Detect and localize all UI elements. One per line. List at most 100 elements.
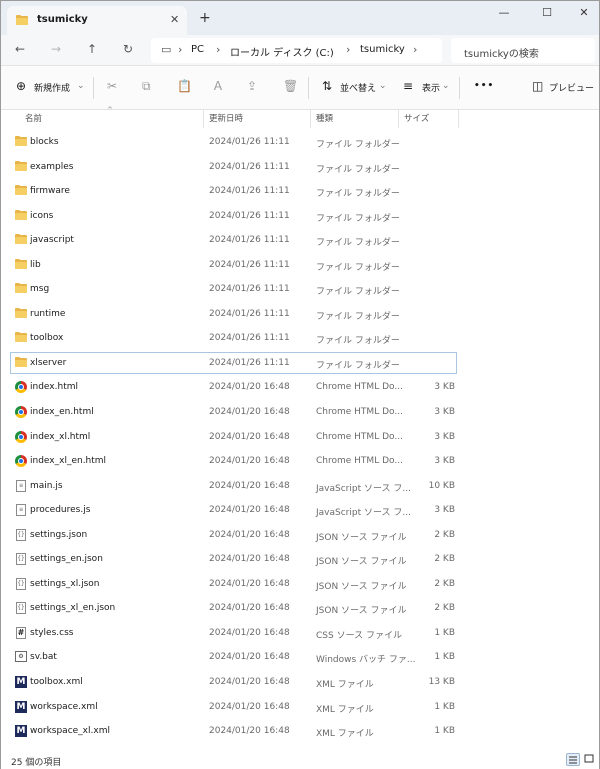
file-size: 3 KB <box>434 456 455 467</box>
batch-file-icon: ⚙ <box>15 651 27 663</box>
tab-close-icon[interactable]: ✕ <box>170 13 179 26</box>
table-row[interactable]: Mworkspace_xl.xml 2024/01/20 16:48 XML ファイ… <box>1 719 599 744</box>
xml-file-icon: M <box>15 700 27 713</box>
table-row[interactable]: icons 2024/01/26 11:11 ファイル フォルダー <box>1 204 599 229</box>
table-row[interactable]: toolbox 2024/01/26 11:11 ファイル フォルダー <box>1 326 599 351</box>
new-tab-button[interactable]: + <box>199 11 211 25</box>
file-modified: 2024/01/26 11:11 <box>209 284 290 295</box>
table-row[interactable]: examples 2024/01/26 11:11 ファイル フォルダー <box>1 155 599 180</box>
file-name: examples <box>30 161 74 172</box>
table-row[interactable]: ≡ procedures.js 2024/01/20 16:48 JavaScript… <box>1 498 599 523</box>
table-row[interactable]: xlserver 2024/01/26 11:11 ファイル フォルダー <box>1 351 599 376</box>
file-type: XML ファイル <box>316 729 374 740</box>
back-arrow-icon[interactable]: ← <box>15 42 25 56</box>
file-modified: 2024/01/26 11:11 <box>209 259 290 270</box>
table-row[interactable]: index_en.html 2024/01/20 16:48 Chrome HTML… <box>1 400 599 425</box>
share-icon[interactable]: ⇪ <box>247 79 257 93</box>
table-row[interactable]: Mtoolbox.xml 2024/01/20 16:48 XML ファイル 13 K… <box>1 670 599 695</box>
file-type: JavaScript ソース フ... <box>316 508 411 519</box>
table-row[interactable]: runtime 2024/01/26 11:11 ファイル フォルダー <box>1 302 599 327</box>
column-name[interactable]: 名前 <box>25 112 42 124</box>
tiles-view-button[interactable] <box>583 753 597 766</box>
preview-button[interactable]: プレビュー <box>549 81 594 94</box>
file-type: JSON ソース ファイル <box>316 532 407 543</box>
file-name: workspace_xl.xml <box>30 726 110 737</box>
breadcrumb-chevron-icon[interactable]: › <box>346 43 350 56</box>
file-name: firmware <box>30 186 70 197</box>
table-row[interactable]: ≡ main.js 2024/01/20 16:48 JavaScript ソース フ… <box>1 474 599 499</box>
file-modified: 2024/01/20 16:48 <box>209 505 290 516</box>
minimize-button[interactable]: — <box>489 4 519 22</box>
chrome-icon <box>15 455 27 468</box>
breadcrumb-chevron-icon[interactable]: › <box>216 43 220 56</box>
file-modified: 2024/01/26 11:11 <box>209 235 290 246</box>
up-arrow-icon[interactable]: ↑ <box>87 42 97 56</box>
table-row[interactable]: index_xl_en.html 2024/01/20 16:48 Chrome H… <box>1 449 599 474</box>
table-row[interactable]: Mworkspace.xml 2024/01/20 16:48 XML ファイル 1 … <box>1 695 599 720</box>
details-view-button[interactable] <box>566 753 580 766</box>
paste-icon[interactable]: 📋 <box>177 79 192 93</box>
file-modified: 2024/01/20 16:48 <box>209 382 290 393</box>
breadcrumb-pc[interactable]: PC <box>191 44 204 55</box>
file-name: xlserver <box>30 357 67 368</box>
breadcrumb-chevron-icon[interactable]: › <box>178 43 182 56</box>
copy-icon[interactable]: ⧉ <box>142 79 151 93</box>
table-row[interactable]: lib 2024/01/26 11:11 ファイル フォルダー <box>1 253 599 278</box>
file-modified: 2024/01/20 16:48 <box>209 726 290 737</box>
delete-icon[interactable]: 🗑 <box>283 79 298 93</box>
folder-icon <box>15 160 27 173</box>
file-list: blocks 2024/01/26 11:11 ファイル フォルダー examples… <box>1 130 599 744</box>
new-dropdown-chevron-icon[interactable]: ⌄ <box>77 81 85 91</box>
column-type[interactable]: 種類 <box>316 112 333 124</box>
item-count: 25 個の項目 <box>11 758 62 768</box>
close-window-button[interactable]: ✕ <box>569 4 599 22</box>
table-row[interactable]: {} settings_en.json 2024/01/20 16:48 JSON ソ… <box>1 547 599 572</box>
tab-tsumicky[interactable]: tsumicky ✕ <box>7 6 187 35</box>
view-dropdown-chevron-icon[interactable]: ⌄ <box>442 81 450 91</box>
table-row[interactable]: index.html 2024/01/20 16:48 Chrome HTML Do… <box>1 375 599 400</box>
file-type: ファイル フォルダー <box>316 287 400 298</box>
file-type: Chrome HTML Do... <box>316 431 403 442</box>
cut-icon[interactable]: ✂ <box>107 79 117 93</box>
file-modified: 2024/01/20 16:48 <box>209 529 290 540</box>
breadcrumb-tsumicky[interactable]: tsumicky <box>360 44 405 55</box>
column-size[interactable]: サイズ <box>404 112 429 124</box>
column-divider[interactable] <box>203 110 204 128</box>
breadcrumb-local-disk[interactable]: ローカル ディスク (C:) <box>230 44 334 59</box>
rename-icon[interactable]: Ａ <box>212 79 224 93</box>
view-button[interactable]: 表示 <box>422 81 440 94</box>
table-row[interactable]: # styles.css 2024/01/20 16:48 CSS ソース ファイル 1… <box>1 621 599 646</box>
file-size: 1 KB <box>434 701 455 712</box>
refresh-icon[interactable]: ↻ <box>123 42 133 56</box>
table-row[interactable]: {} settings.json 2024/01/20 16:48 JSON ソース … <box>1 523 599 548</box>
table-row[interactable]: msg 2024/01/26 11:11 ファイル フォルダー <box>1 277 599 302</box>
json-file-icon: {} <box>15 528 27 541</box>
forward-arrow-icon[interactable]: → <box>51 42 61 56</box>
breadcrumb-chevron-icon[interactable]: › <box>413 43 417 56</box>
new-button[interactable]: 新規作成 <box>34 81 70 94</box>
status-bar: 25 個の項目 <box>1 749 599 769</box>
file-modified: 2024/01/20 16:48 <box>209 554 290 565</box>
column-divider[interactable] <box>398 110 399 128</box>
table-row[interactable]: javascript 2024/01/26 11:11 ファイル フォルダー <box>1 228 599 253</box>
search-input[interactable]: tsumickyの検索 <box>451 38 595 63</box>
table-row[interactable]: ⚙ sv.bat 2024/01/20 16:48 Windows バッチ ファ...… <box>1 645 599 670</box>
table-row[interactable]: blocks 2024/01/26 11:11 ファイル フォルダー <box>1 130 599 155</box>
address-bar[interactable]: ▭ › PC › ローカル ディスク (C:) › tsumicky › <box>151 38 442 63</box>
file-modified: 2024/01/20 16:48 <box>209 701 290 712</box>
file-name: styles.css <box>30 627 74 638</box>
sort-ascending-icon: ^ <box>107 106 113 114</box>
sort-button[interactable]: 並べ替え <box>340 81 376 94</box>
table-row[interactable]: index_xl.html 2024/01/20 16:48 Chrome HTML… <box>1 425 599 450</box>
sort-dropdown-chevron-icon[interactable]: ⌄ <box>379 81 387 91</box>
table-row[interactable]: {} settings_xl.json 2024/01/20 16:48 JSON ソ… <box>1 572 599 597</box>
column-modified[interactable]: 更新日時 <box>209 112 243 124</box>
table-row[interactable]: {} settings_xl_en.json 2024/01/20 16:48 JSO… <box>1 596 599 621</box>
more-options-button[interactable]: ••• <box>474 81 494 91</box>
table-row[interactable]: firmware 2024/01/26 11:11 ファイル フォルダー <box>1 179 599 204</box>
file-type: ファイル フォルダー <box>316 360 400 371</box>
maximize-button[interactable]: ☐ <box>532 4 562 22</box>
column-divider[interactable] <box>458 110 459 128</box>
column-divider[interactable] <box>310 110 311 128</box>
folder-icon <box>15 356 27 369</box>
